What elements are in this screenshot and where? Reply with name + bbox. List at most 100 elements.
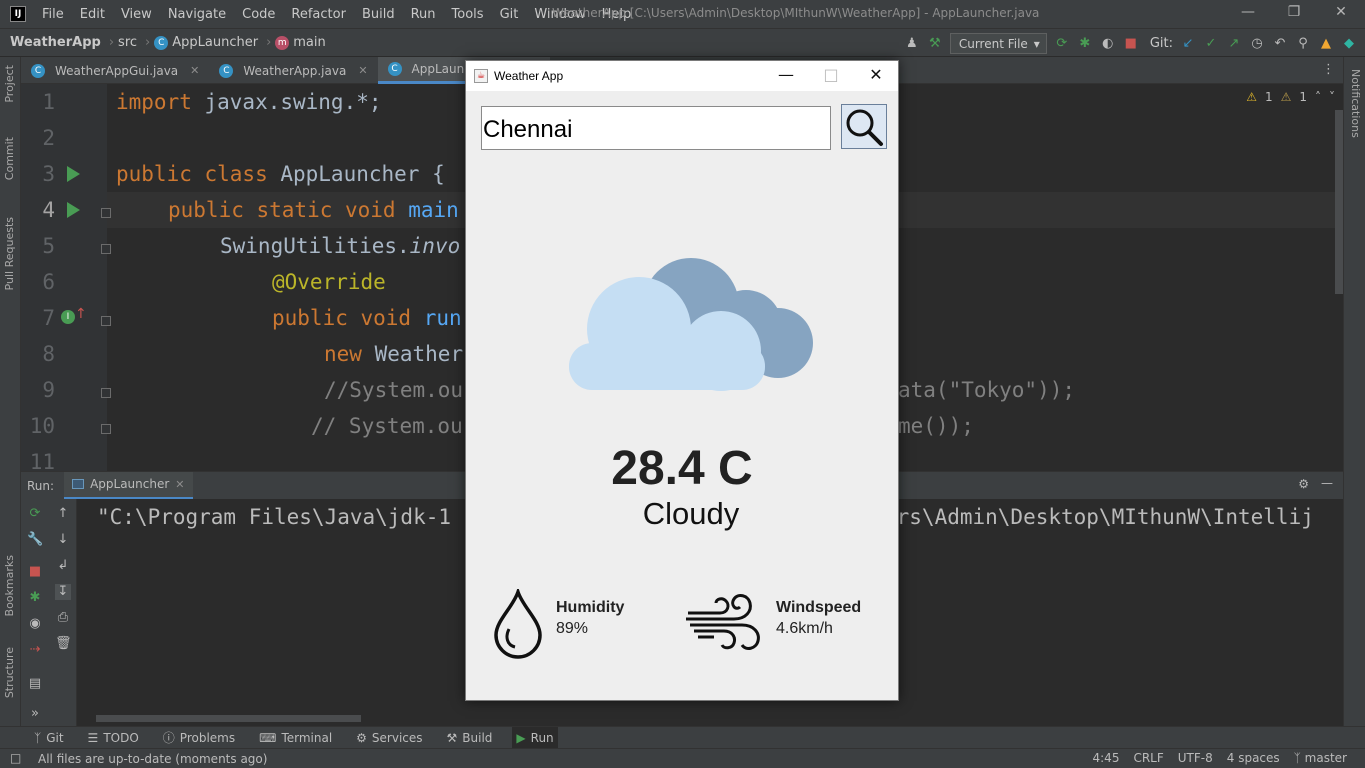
close-tab-icon[interactable]: ✕ — [175, 478, 184, 491]
bookmarks-tool-button[interactable]: Bookmarks — [3, 555, 16, 616]
layout-icon[interactable]: ▤ — [27, 676, 43, 692]
menu-code[interactable]: Code — [234, 0, 283, 28]
git-commit-icon[interactable]: ✓ — [1203, 36, 1219, 52]
coverage-icon[interactable]: ◐ — [1100, 36, 1116, 52]
rollback-icon[interactable]: ↶ — [1272, 36, 1288, 52]
override-arrow-icon[interactable]: ↑ — [75, 306, 87, 322]
hide-panel-icon[interactable]: — — [1321, 476, 1333, 490]
rerun-icon[interactable]: ⟳ — [27, 506, 43, 522]
minimize-button[interactable]: — — [1234, 4, 1262, 24]
structure-tool-button[interactable]: Structure — [3, 647, 16, 698]
code-line: me()); — [898, 414, 974, 438]
menu-build[interactable]: Build — [354, 0, 403, 28]
file-encoding[interactable]: UTF-8 — [1178, 751, 1213, 765]
git-update-icon[interactable]: ↙ — [1180, 36, 1196, 52]
weather-app-titlebar[interactable]: ☕ Weather App — □ ✕ — [466, 61, 898, 91]
close-tab-icon[interactable]: ✕ — [358, 64, 367, 77]
city-search-input[interactable]: Chennai — [481, 106, 831, 150]
notifications-tool-button[interactable]: Notifications — [1349, 69, 1362, 138]
menu-refactor[interactable]: Refactor — [283, 0, 354, 28]
restore-button[interactable]: ❐ — [1280, 4, 1308, 24]
breadcrumb-project[interactable]: WeatherApp — [10, 35, 101, 50]
user-icon[interactable]: ♟ — [904, 36, 920, 52]
menu-view[interactable]: View — [113, 0, 160, 28]
implements-gutter-icon[interactable]: I — [61, 310, 75, 324]
git-branch[interactable]: ᛉ master — [1294, 751, 1347, 765]
update-icon[interactable]: ▲ — [1318, 36, 1334, 52]
debug-bug-icon[interactable]: ✱ — [1077, 36, 1093, 52]
build-tool-button[interactable]: ⚒ Build — [443, 727, 497, 749]
problems-tool-button[interactable]: ⓘ Problems — [159, 727, 239, 749]
chevron-down-icon[interactable]: ˅ — [1329, 90, 1335, 104]
run-tab-app-launcher[interactable]: AppLauncher ✕ — [64, 471, 193, 500]
fold-marker-icon[interactable] — [101, 244, 111, 254]
method-icon: m — [275, 35, 290, 50]
line-number: 11 — [29, 450, 55, 471]
chevron-up-icon[interactable]: ˄ — [1315, 90, 1321, 104]
git-branch-icon: ᛉ — [1293, 751, 1305, 765]
run-gutter-icon[interactable] — [67, 166, 80, 182]
plugin-logo-icon[interactable]: ◆ — [1341, 36, 1357, 52]
tab-weather-app-gui[interactable]: C WeatherAppGui.java ✕ — [21, 57, 209, 84]
services-tool-button[interactable]: ⚙ Services — [352, 727, 426, 749]
search-button[interactable] — [841, 104, 887, 149]
line-separator[interactable]: CRLF — [1133, 751, 1163, 765]
close-button[interactable]: ✕ — [1327, 4, 1355, 24]
print-icon[interactable]: ⎙ — [55, 610, 71, 626]
run-tool-button[interactable]: ▶ Run — [512, 726, 558, 749]
stop-icon[interactable]: ■ — [27, 564, 43, 580]
close-button[interactable]: ✕ — [861, 65, 891, 87]
tab-weather-app[interactable]: C WeatherApp.java ✕ — [209, 57, 377, 84]
menu-run[interactable]: Run — [403, 0, 444, 28]
todo-tool-button[interactable]: ☰ TODO — [84, 727, 143, 749]
trash-icon[interactable]: 🗑 — [55, 636, 72, 652]
maximize-button[interactable]: □ — [816, 65, 846, 87]
run-configuration-select[interactable]: Current File ▾ — [949, 33, 1047, 54]
soft-wrap-icon[interactable]: ↲ — [55, 558, 71, 574]
breadcrumb-class[interactable]: AppLauncher — [172, 35, 258, 50]
fold-marker-icon[interactable] — [101, 388, 111, 398]
project-tool-button[interactable]: Project — [3, 65, 16, 103]
gear-icon[interactable]: ⚙ — [1298, 477, 1309, 491]
intellij-logo-icon[interactable]: IJ — [10, 6, 26, 22]
run-gutter-icon[interactable] — [67, 202, 80, 218]
git-tool-button[interactable]: ᛉ Git — [30, 727, 68, 749]
stop-icon[interactable]: ■ — [1123, 36, 1139, 52]
rerun-icon[interactable]: ⟳ — [1054, 36, 1070, 52]
minimize-button[interactable]: — — [771, 65, 801, 87]
commit-tool-button[interactable]: Commit — [3, 137, 16, 180]
pull-requests-tool-button[interactable]: Pull Requests — [3, 217, 16, 290]
editor-scrollbar[interactable] — [1335, 110, 1343, 294]
menu-git[interactable]: Git — [492, 0, 527, 28]
console-horizontal-scrollbar[interactable] — [96, 715, 361, 722]
exit-icon[interactable]: ⇢ — [27, 642, 43, 658]
close-tab-icon[interactable]: ✕ — [190, 64, 199, 77]
debug-bug-icon[interactable]: ✱ — [27, 590, 43, 606]
status-window-icon[interactable]: □ — [10, 751, 21, 765]
more-tabs-icon[interactable]: ⋮ — [1322, 62, 1335, 77]
breadcrumb-src[interactable]: src — [118, 35, 137, 50]
menu-file[interactable]: File — [34, 0, 72, 28]
fold-marker-icon[interactable] — [101, 208, 111, 218]
arrow-up-icon[interactable]: ↑ — [55, 506, 71, 522]
more-icon[interactable]: » — [27, 706, 43, 722]
history-clock-icon[interactable]: ◷ — [1249, 36, 1265, 52]
code-line: SwingUtilities.invo — [220, 234, 461, 258]
scroll-to-end-icon[interactable]: ↧ — [55, 584, 71, 600]
camera-icon[interactable]: ◉ — [27, 616, 43, 632]
search-icon[interactable]: ⚲ — [1295, 36, 1311, 52]
inspection-widget[interactable]: ⚠ 1 ⚠ 1 ˄ ˅ — [1246, 90, 1335, 104]
breadcrumb-method[interactable]: main — [293, 35, 325, 50]
terminal-tool-button[interactable]: ⌨ Terminal — [255, 727, 336, 749]
fold-marker-icon[interactable] — [101, 316, 111, 326]
menu-edit[interactable]: Edit — [72, 0, 113, 28]
menu-tools[interactable]: Tools — [444, 0, 492, 28]
wrench-icon[interactable]: 🔧 — [27, 532, 43, 548]
build-hammer-icon[interactable]: ⚒ — [927, 36, 943, 52]
arrow-down-icon[interactable]: ↓ — [55, 532, 71, 548]
fold-marker-icon[interactable] — [101, 424, 111, 434]
caret-position[interactable]: 4:45 — [1093, 751, 1120, 765]
git-push-icon[interactable]: ↗ — [1226, 36, 1242, 52]
indent-setting[interactable]: 4 spaces — [1227, 751, 1280, 765]
menu-navigate[interactable]: Navigate — [160, 0, 234, 28]
